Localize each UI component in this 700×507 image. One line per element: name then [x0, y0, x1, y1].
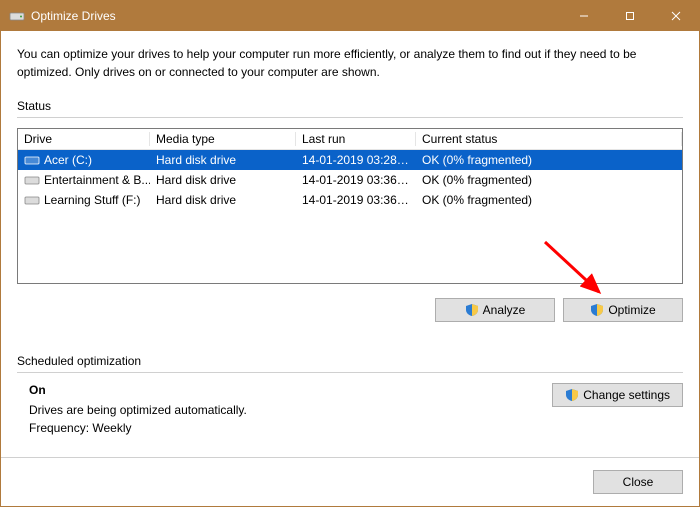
optimize-label: Optimize [608, 303, 655, 317]
app-icon [9, 8, 25, 24]
shield-icon [465, 303, 479, 317]
table-row[interactable]: Acer (C:) Hard disk drive14-01-2019 03:28… [18, 150, 682, 170]
table-row[interactable]: Learning Stuff (F:) Hard disk drive14-01-… [18, 190, 682, 210]
cell-status: OK (0% fragmented) [416, 153, 682, 167]
cell-drive: Acer (C:) [18, 153, 150, 167]
minimize-button[interactable] [561, 1, 607, 31]
action-button-row: Analyze Optimize [17, 298, 683, 322]
status-rule [17, 117, 683, 118]
scheduled-freq: Frequency: Weekly [29, 421, 552, 435]
cell-last-run: 14-01-2019 03:36 P... [296, 193, 416, 207]
shield-icon [565, 388, 579, 402]
cell-media: Hard disk drive [150, 173, 296, 187]
drive-icon [24, 174, 40, 186]
cell-media: Hard disk drive [150, 193, 296, 207]
shield-icon [590, 303, 604, 317]
drive-icon [24, 194, 40, 206]
cell-drive-text: Acer (C:) [44, 153, 92, 167]
cell-drive: Entertainment & B... [18, 173, 150, 187]
intro-text: You can optimize your drives to help you… [17, 45, 683, 81]
footer: Close [1, 457, 699, 506]
analyze-label: Analyze [483, 303, 526, 317]
optimize-button[interactable]: Optimize [563, 298, 683, 322]
scheduled-on: On [29, 383, 552, 397]
close-label: Close [623, 475, 654, 489]
col-media[interactable]: Media type [150, 132, 296, 146]
table-row[interactable]: Entertainment & B...Hard disk drive14-01… [18, 170, 682, 190]
scheduled-label: Scheduled optimization [17, 354, 683, 368]
titlebar: Optimize Drives [1, 1, 699, 31]
cell-last-run: 14-01-2019 03:28 P... [296, 153, 416, 167]
window-title: Optimize Drives [31, 9, 561, 23]
cell-status: OK (0% fragmented) [416, 193, 682, 207]
change-settings-label: Change settings [583, 388, 670, 402]
cell-last-run: 14-01-2019 03:36 P... [296, 173, 416, 187]
status-label: Status [17, 99, 683, 113]
cell-drive-text: Entertainment & B... [44, 173, 150, 187]
scheduled-desc: Drives are being optimized automatically… [29, 403, 552, 417]
analyze-button[interactable]: Analyze [435, 298, 555, 322]
change-settings-button[interactable]: Change settings [552, 383, 683, 407]
cell-drive-text: Learning Stuff (F:) [44, 193, 141, 207]
scheduled-info: On Drives are being optimized automatica… [17, 383, 552, 439]
scheduled-rule [17, 372, 683, 373]
scheduled-section: Scheduled optimization On Drives are bei… [17, 346, 683, 439]
content-area: You can optimize your drives to help you… [1, 31, 699, 457]
cell-drive: Learning Stuff (F:) [18, 193, 150, 207]
col-last[interactable]: Last run [296, 132, 416, 146]
optimize-drives-window: Optimize Drives You can optimize your dr… [0, 0, 700, 507]
drives-table: Drive Media type Last run Current status… [17, 128, 683, 284]
close-button[interactable] [653, 1, 699, 31]
table-header: Drive Media type Last run Current status [18, 129, 682, 150]
close-dialog-button[interactable]: Close [593, 470, 683, 494]
col-drive[interactable]: Drive [18, 132, 150, 146]
drive-icon [24, 154, 40, 166]
col-status[interactable]: Current status [416, 132, 682, 146]
maximize-button[interactable] [607, 1, 653, 31]
cell-media: Hard disk drive [150, 153, 296, 167]
cell-status: OK (0% fragmented) [416, 173, 682, 187]
